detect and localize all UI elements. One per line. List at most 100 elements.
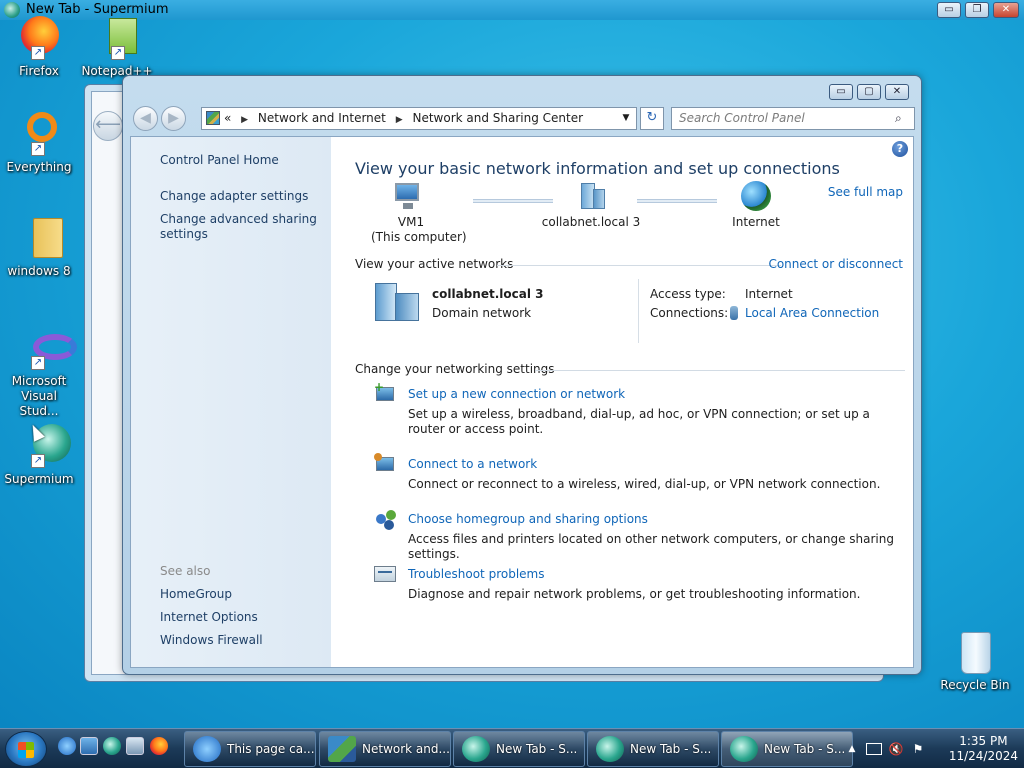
local-area-connection-link[interactable]: Local Area Connection bbox=[745, 306, 879, 320]
taskbar-button-label: Network and... bbox=[362, 742, 450, 756]
connect-network-icon bbox=[374, 453, 398, 475]
network-sharing-center-window[interactable]: ▭ ▢ ✕ ◀ ▶ « ▶ Network and Internet ▶ Net… bbox=[122, 75, 922, 675]
taskbar-button-label: New Tab - S... bbox=[630, 742, 712, 756]
background-back-arrow-icon[interactable]: ⟵ bbox=[93, 111, 123, 141]
taskbar-button-supermium-3[interactable]: New Tab - S... bbox=[721, 731, 853, 767]
supermium-icon bbox=[730, 736, 758, 762]
quicklaunch-supermium-icon[interactable] bbox=[103, 737, 121, 755]
breadcrumb-network-sharing-center[interactable]: Network and Sharing Center bbox=[412, 111, 583, 125]
supermium-icon bbox=[596, 736, 624, 762]
taskbar-button-label: New Tab - S... bbox=[764, 742, 846, 756]
active-network-name: collabnet.local 3 bbox=[432, 287, 544, 301]
desktop-icon-recycle-bin[interactable]: Recycle Bin bbox=[936, 630, 1014, 693]
section-divider bbox=[535, 370, 905, 371]
maximize-button[interactable]: ▢ bbox=[857, 84, 881, 100]
change-adapter-settings-link[interactable]: Change adapter settings bbox=[160, 189, 325, 204]
internet-options-link[interactable]: Internet Options bbox=[160, 610, 325, 625]
visual-studio-icon: ↗ bbox=[17, 332, 77, 370]
minimize-button[interactable]: ▭ bbox=[829, 84, 853, 100]
browser-maximize-button[interactable]: ❐ bbox=[965, 2, 989, 18]
desktop-icon-everything[interactable]: ↗ Everything bbox=[0, 112, 78, 175]
map-node-domain: collabnet.local 3 bbox=[541, 215, 641, 229]
taskbar: This page ca... Network and... New Tab -… bbox=[0, 728, 1024, 768]
browser-close-button[interactable]: ✕ bbox=[993, 2, 1019, 18]
change-advanced-sharing-link[interactable]: Change advanced sharing settings bbox=[160, 212, 325, 242]
control-panel-icon bbox=[206, 111, 220, 125]
section-divider bbox=[497, 265, 781, 266]
set-up-new-connection-link[interactable]: Set up a new connection or network bbox=[408, 387, 625, 401]
supermium-icon bbox=[462, 736, 490, 762]
clock[interactable]: 1:35 PM 11/24/2024 bbox=[949, 734, 1018, 764]
notepad-plus-plus-icon: ↗ bbox=[95, 16, 139, 60]
desktop-icon-firefox[interactable]: ↗ Firefox bbox=[0, 16, 78, 79]
network-tray-icon[interactable] bbox=[866, 743, 882, 755]
globe-icon bbox=[741, 181, 771, 211]
quicklaunch-window-icon[interactable] bbox=[126, 737, 144, 755]
desktop-icon-label: Everything bbox=[6, 160, 72, 174]
control-panel-home-link[interactable]: Control Panel Home bbox=[160, 153, 325, 168]
active-network-type[interactable]: Domain network bbox=[432, 306, 531, 320]
start-button[interactable] bbox=[5, 731, 47, 767]
desktop-icon-windows-8-folder[interactable]: windows 8 bbox=[0, 216, 78, 279]
action-center-flag-icon[interactable]: ⚑ bbox=[910, 741, 926, 757]
quicklaunch-ie-icon[interactable] bbox=[58, 737, 76, 755]
close-button[interactable]: ✕ bbox=[885, 84, 909, 100]
change-settings-header: Change your networking settings bbox=[355, 362, 555, 376]
show-hidden-icons-icon[interactable]: ▲ bbox=[844, 741, 860, 757]
choose-homegroup-link[interactable]: Choose homegroup and sharing options bbox=[408, 512, 648, 526]
desktop-icon-label: Microsoft Visual Stud... bbox=[11, 374, 67, 418]
taskbar-button-supermium-1[interactable]: New Tab - S... bbox=[453, 731, 585, 767]
homegroup-link[interactable]: HomeGroup bbox=[160, 587, 325, 602]
volume-muted-icon[interactable]: 🔇 bbox=[888, 741, 904, 757]
see-also-header: See also bbox=[160, 564, 211, 578]
quicklaunch-firefox-icon[interactable] bbox=[150, 737, 168, 755]
browser-minimize-button[interactable]: ▭ bbox=[937, 2, 961, 18]
connections-label: Connections: bbox=[650, 306, 729, 320]
help-icon[interactable]: ? bbox=[892, 141, 908, 157]
address-bar[interactable]: « ▶ Network and Internet ▶ Network and S… bbox=[201, 107, 637, 130]
windows-firewall-link[interactable]: Windows Firewall bbox=[160, 633, 325, 648]
task-description: Access files and printers located on oth… bbox=[408, 532, 894, 561]
desktop-icon-visual-studio[interactable]: ↗ Microsoft Visual Stud... bbox=[0, 332, 78, 419]
desktop-icon-notepad-plus-plus[interactable]: ↗ Notepad++ bbox=[78, 16, 156, 79]
internet-explorer-icon bbox=[193, 736, 221, 762]
firefox-icon: ↗ bbox=[17, 16, 61, 60]
recycle-bin-icon bbox=[953, 630, 997, 674]
desktop-icon-label: windows 8 bbox=[7, 264, 71, 278]
refresh-icon[interactable]: ↻ bbox=[640, 107, 664, 130]
forward-button[interactable]: ▶ bbox=[161, 106, 186, 131]
map-node-computer: VM1 (This computer) bbox=[371, 215, 467, 245]
computer-icon bbox=[391, 183, 425, 211]
connect-to-network-link[interactable]: Connect to a network bbox=[408, 457, 537, 471]
taskbar-button-label: This page ca... bbox=[227, 742, 315, 756]
page-title: View your basic network information and … bbox=[355, 159, 840, 178]
map-connector bbox=[637, 199, 717, 203]
address-dropdown-icon[interactable]: ▼ bbox=[618, 108, 634, 129]
taskbar-button-supermium-2[interactable]: New Tab - S... bbox=[587, 731, 719, 767]
troubleshoot-problems-link[interactable]: Troubleshoot problems bbox=[408, 567, 544, 581]
connect-or-disconnect-link[interactable]: Connect or disconnect bbox=[768, 257, 903, 271]
homegroup-icon bbox=[374, 508, 398, 530]
main-pane: ? View your basic network information an… bbox=[331, 137, 913, 667]
taskbar-button-label: New Tab - S... bbox=[496, 742, 578, 756]
troubleshoot-icon bbox=[374, 563, 398, 585]
map-connector bbox=[473, 199, 553, 203]
taskbar-button-ie[interactable]: This page ca... bbox=[184, 731, 316, 767]
task-description: Diagnose and repair network problems, or… bbox=[408, 587, 861, 601]
search-input[interactable]: Search Control Panel ⌕ bbox=[671, 107, 915, 130]
network-center-icon bbox=[328, 736, 356, 762]
address-prefix[interactable]: « bbox=[224, 111, 231, 125]
taskbar-button-network[interactable]: Network and... bbox=[319, 731, 451, 767]
clock-date: 11/24/2024 bbox=[948, 749, 1018, 763]
quicklaunch-desktop-icon[interactable] bbox=[80, 737, 98, 755]
see-full-map-link[interactable]: See full map bbox=[828, 185, 903, 199]
breadcrumb-separator: ▶ bbox=[241, 115, 249, 125]
back-button[interactable]: ◀ bbox=[133, 106, 158, 131]
breadcrumb-network-and-internet[interactable]: Network and Internet bbox=[258, 111, 386, 125]
breadcrumb-separator: ▶ bbox=[395, 115, 403, 125]
desktop-icon-label: Supermium bbox=[4, 472, 74, 486]
desktop-icon-label: Firefox bbox=[19, 64, 59, 78]
access-type-value: Internet bbox=[745, 287, 793, 301]
browser-window-title: New Tab - Supermium bbox=[26, 2, 169, 17]
search-icon[interactable]: ⌕ bbox=[895, 111, 909, 125]
